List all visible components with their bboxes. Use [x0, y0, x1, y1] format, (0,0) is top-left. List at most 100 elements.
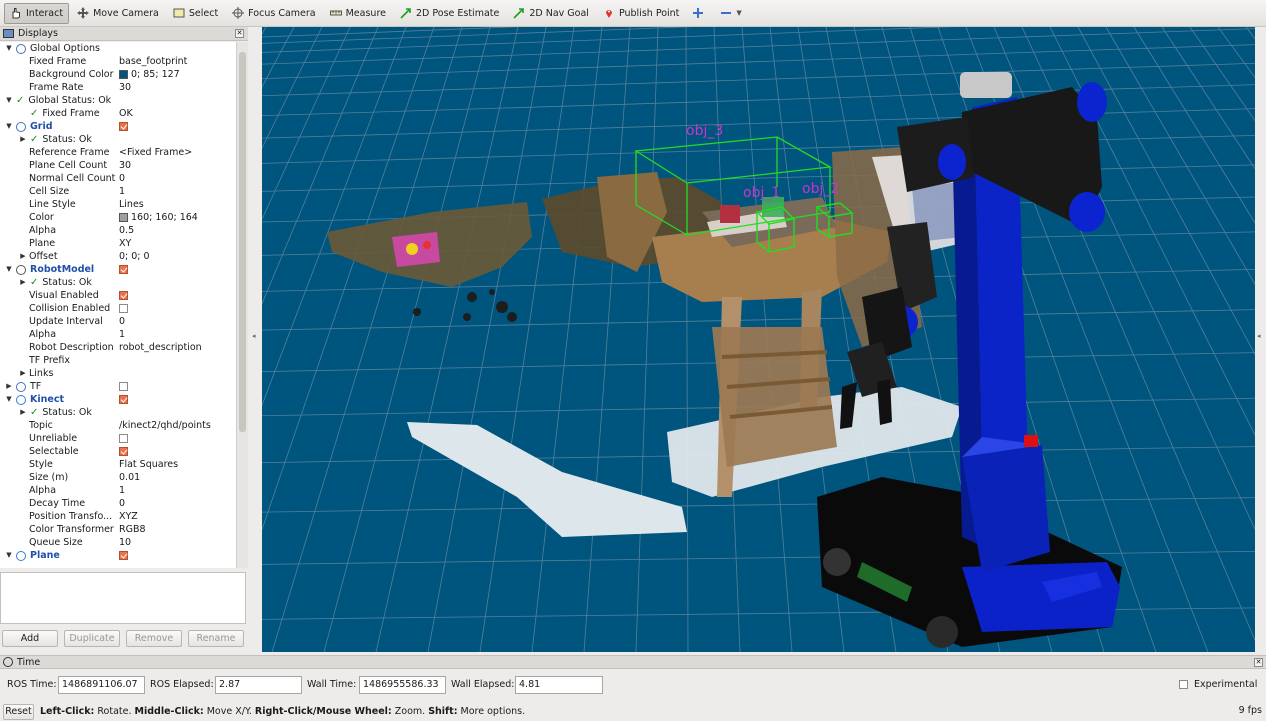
display-row[interactable]: Alpha 0.5 [0, 224, 236, 237]
display-row[interactable]: ▼ ✓ Global Status: Ok [0, 94, 236, 107]
display-row-value[interactable]: 10 [119, 536, 131, 549]
display-row-value[interactable]: 160; 160; 164 [131, 211, 198, 224]
expand-arrow-icon[interactable]: ▼ [5, 42, 13, 55]
color-swatch[interactable] [119, 70, 128, 79]
display-row[interactable]: ▶ Offset 0; 0; 0 [0, 250, 236, 263]
display-row[interactable]: Robot Description robot_description [0, 341, 236, 354]
display-row[interactable]: Selectable [0, 445, 236, 458]
enabled-checkbox[interactable] [119, 395, 128, 404]
expand-arrow-icon[interactable]: ▼ [5, 263, 13, 276]
display-row-value[interactable]: 0 [119, 497, 125, 510]
display-row-value[interactable]: RGB8 [119, 523, 146, 536]
collapse-arrow-icon[interactable]: ▶ [5, 380, 13, 393]
display-row-value[interactable]: 0 [119, 172, 125, 185]
display-row[interactable]: Frame Rate 30 [0, 81, 236, 94]
display-row[interactable]: ▼ RobotModel [0, 263, 236, 276]
collapse-arrow-icon[interactable]: ▶ [19, 367, 27, 380]
move-camera-tool[interactable]: Move Camera [71, 3, 165, 24]
display-row[interactable]: ▼ Grid [0, 120, 236, 133]
reset-button[interactable]: Reset [3, 704, 34, 720]
display-row[interactable]: ▶ ✓ Status: Ok [0, 406, 236, 419]
display-row[interactable]: Unreliable [0, 432, 236, 445]
display-row[interactable]: Update Interval 0 [0, 315, 236, 328]
display-row[interactable]: ▶ ✓ Status: Ok [0, 133, 236, 146]
display-row[interactable]: Visual Enabled [0, 289, 236, 302]
display-row-value[interactable]: 0; 0; 0 [119, 250, 150, 263]
publish-point-tool[interactable]: Publish Point [597, 3, 685, 24]
color-swatch[interactable] [119, 213, 128, 222]
render-viewport[interactable]: obj_3 obj_1 obj_2 [262, 27, 1255, 652]
display-row[interactable]: Queue Size 10 [0, 536, 236, 549]
display-row-value[interactable]: 1 [119, 328, 125, 341]
enabled-checkbox[interactable] [119, 122, 128, 131]
display-row[interactable]: Background Color 0; 85; 127 [0, 68, 236, 81]
display-row-value[interactable]: Flat Squares [119, 458, 178, 471]
display-row-value[interactable]: Lines [119, 198, 144, 211]
display-row[interactable]: ▼ Kinect [0, 393, 236, 406]
collapse-arrow-icon[interactable]: ▶ [19, 133, 27, 146]
nav-goal-tool[interactable]: 2D Nav Goal [507, 3, 595, 24]
right-splitter[interactable]: ◂ [1255, 27, 1266, 652]
wall-elapsed-field[interactable]: 4.81 [515, 676, 603, 694]
display-row[interactable]: Style Flat Squares [0, 458, 236, 471]
enabled-checkbox[interactable] [119, 551, 128, 560]
display-row[interactable]: TF Prefix [0, 354, 236, 367]
display-row[interactable]: Size (m) 0.01 [0, 471, 236, 484]
display-row[interactable]: Color Transformer RGB8 [0, 523, 236, 536]
enabled-checkbox[interactable] [119, 382, 128, 391]
display-row[interactable]: Plane Cell Count 30 [0, 159, 236, 172]
measure-tool[interactable]: Measure [324, 3, 392, 24]
display-row[interactable]: ▶ Links [0, 367, 236, 380]
display-row[interactable]: ✓ Fixed Frame OK [0, 107, 236, 120]
rename-display-button[interactable]: Rename [188, 630, 244, 647]
ros-elapsed-field[interactable]: 2.87 [215, 676, 302, 694]
display-row[interactable]: Alpha 1 [0, 484, 236, 497]
display-row-value[interactable]: /kinect2/qhd/points [119, 419, 211, 432]
display-row[interactable]: Decay Time 0 [0, 497, 236, 510]
display-row-value[interactable]: XYZ [119, 510, 138, 523]
display-row[interactable]: Position Transfo... XYZ [0, 510, 236, 523]
wall-time-field[interactable]: 1486955586.33 [359, 676, 446, 694]
enabled-checkbox[interactable] [119, 434, 128, 443]
add-tool-button[interactable] [687, 3, 713, 24]
add-display-button[interactable]: Add [2, 630, 58, 647]
display-row[interactable]: Color 160; 160; 164 [0, 211, 236, 224]
display-row[interactable]: ▼ Global Options [0, 42, 236, 55]
display-row[interactable]: ▶ ✓ Status: Ok [0, 276, 236, 289]
duplicate-display-button[interactable]: Duplicate [64, 630, 120, 647]
interact-tool[interactable]: Interact [4, 2, 70, 24]
remove-display-button[interactable]: Remove [126, 630, 182, 647]
close-displays-icon[interactable]: ✕ [235, 29, 244, 38]
display-row-value[interactable]: 30 [119, 159, 131, 172]
enabled-checkbox[interactable] [119, 291, 128, 300]
display-row[interactable]: Plane XY [0, 237, 236, 250]
display-row[interactable]: Collision Enabled [0, 302, 236, 315]
expand-arrow-icon[interactable]: ▼ [5, 120, 13, 133]
display-row-value[interactable]: 30 [119, 81, 131, 94]
enabled-checkbox[interactable] [119, 304, 128, 313]
display-row[interactable]: Topic/kinect2/qhd/points [0, 419, 236, 432]
enabled-checkbox[interactable] [119, 447, 128, 456]
left-splitter[interactable]: ◂ [248, 27, 262, 652]
display-row-value[interactable]: 0; 85; 127 [131, 68, 180, 81]
display-row-value[interactable]: 0 [119, 315, 125, 328]
display-row[interactable]: ▶ TF [0, 380, 236, 393]
display-row[interactable]: Normal Cell Count 0 [0, 172, 236, 185]
display-row-value[interactable]: <Fixed Frame> [119, 146, 192, 159]
display-row[interactable]: Fixed Frame base_footprint [0, 55, 236, 68]
display-row[interactable]: Line Style Lines [0, 198, 236, 211]
display-row-value[interactable]: XY [119, 237, 131, 250]
collapse-arrow-icon[interactable]: ▶ [19, 250, 27, 263]
select-tool[interactable]: Select [167, 3, 224, 24]
display-row[interactable]: Cell Size 1 [0, 185, 236, 198]
expand-arrow-icon[interactable]: ▼ [5, 549, 13, 562]
focus-camera-tool[interactable]: Focus Camera [226, 3, 321, 24]
ros-time-field[interactable]: 1486891106.07 [58, 676, 145, 694]
enabled-checkbox[interactable] [119, 265, 128, 274]
display-row-value[interactable]: 1 [119, 185, 125, 198]
display-row-value[interactable]: 0.5 [119, 224, 134, 237]
display-row-value[interactable]: 1 [119, 484, 125, 497]
pose-estimate-tool[interactable]: 2D Pose Estimate [394, 3, 505, 24]
display-row[interactable]: Reference Frame <Fixed Frame> [0, 146, 236, 159]
display-row-value[interactable]: robot_description [119, 341, 202, 354]
